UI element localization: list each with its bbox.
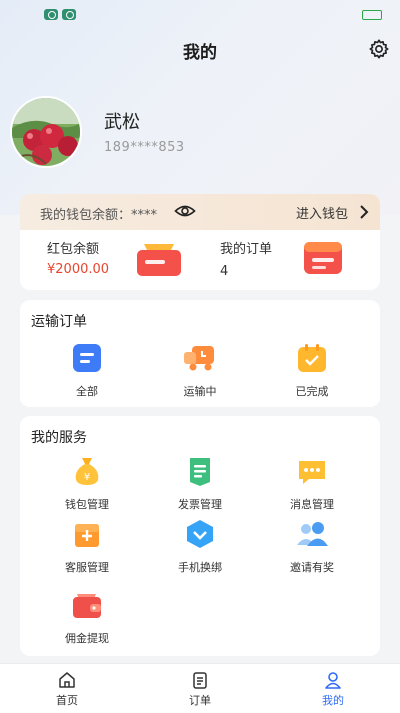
- transport-completed-label: 已完成: [295, 385, 329, 398]
- wallet-withdraw-icon: [70, 588, 104, 622]
- completed-icon: [295, 341, 329, 375]
- commission-withdraw-button[interactable]: 佣金提现: [37, 588, 137, 646]
- home-icon: [59, 672, 75, 688]
- customer-service-icon: [70, 517, 104, 551]
- message-management-label: 消息管理: [290, 498, 334, 511]
- my-orders-label: 我的订单: [220, 242, 273, 257]
- chevron-right-icon[interactable]: [359, 204, 369, 220]
- my-services-title: 我的服务: [31, 430, 87, 446]
- phone-rebind-icon: [183, 517, 217, 551]
- tab-orders[interactable]: 订单: [160, 670, 240, 708]
- wallet-card: 我的钱包余额：**** 进入钱包 红包余额 ¥2000.00 我的订单 4: [20, 194, 380, 290]
- redpacket-balance-value: ¥2000.00: [47, 262, 110, 277]
- customer-service-label: 客服管理: [65, 561, 109, 574]
- page-title: 我的: [183, 43, 217, 63]
- enter-wallet-link[interactable]: 进入钱包: [296, 203, 348, 222]
- wallet-management-label: 钱包管理: [65, 498, 109, 511]
- redpacket-balance-label: 红包余额: [47, 242, 100, 257]
- battery-icon: [362, 10, 382, 20]
- bottom-tab-bar: 首页 订单 我的: [0, 663, 400, 713]
- gear-icon: [369, 39, 389, 59]
- invoice-management-button[interactable]: 发票管理: [150, 454, 250, 512]
- customer-service-button[interactable]: 客服管理: [37, 517, 137, 575]
- message-management-button[interactable]: 消息管理: [262, 454, 362, 512]
- profile-icon: [325, 672, 341, 689]
- wallet-balance-label: 我的钱包余额：****: [40, 208, 158, 223]
- list-icon: [70, 341, 104, 375]
- my-services-card: 我的服务 ¥ 钱包管理 发票管理 消息管理 客服管理 手机换绑 邀请有奖 佣金提…: [20, 416, 380, 656]
- svg-text:¥: ¥: [84, 472, 90, 483]
- wallet-management-button[interactable]: ¥ 钱包管理: [37, 454, 137, 512]
- invite-icon: [295, 517, 329, 551]
- money-bag-icon: ¥: [70, 454, 104, 488]
- invite-rewards-label: 邀请有奖: [290, 561, 334, 574]
- transport-completed-button[interactable]: 已完成: [262, 341, 362, 399]
- transport-all-button[interactable]: 全部: [37, 341, 137, 399]
- invite-rewards-button[interactable]: 邀请有奖: [262, 517, 362, 575]
- transport-in-progress-label: 运输中: [183, 385, 217, 398]
- status-bar: [0, 0, 400, 28]
- transport-in-progress-button[interactable]: 运输中: [150, 341, 250, 399]
- tab-orders-label: 订单: [189, 694, 211, 707]
- message-icon: [295, 454, 329, 488]
- toggle-balance-button[interactable]: [174, 203, 196, 219]
- transport-all-label: 全部: [76, 385, 98, 398]
- my-orders-count: 4: [220, 264, 229, 279]
- status-app-icon: [44, 9, 58, 20]
- transport-orders-title: 运输订单: [31, 314, 87, 330]
- order-list-icon[interactable]: [300, 238, 346, 278]
- eye-icon: [174, 205, 196, 217]
- truck-icon: [183, 341, 217, 375]
- tab-home-label: 首页: [56, 694, 78, 707]
- tab-profile[interactable]: 我的: [293, 670, 373, 708]
- transport-orders-card: 运输订单 全部 运输中 已完成: [20, 300, 380, 407]
- user-name: 武松: [104, 112, 140, 133]
- invoice-icon: [183, 454, 217, 488]
- red-wallet-icon[interactable]: [134, 238, 184, 278]
- invoice-management-label: 发票管理: [178, 498, 222, 511]
- tab-home[interactable]: 首页: [27, 670, 107, 708]
- avatar[interactable]: [10, 96, 82, 168]
- phone-rebind-button[interactable]: 手机换绑: [150, 517, 250, 575]
- order-icon: [193, 672, 207, 689]
- phone-rebind-label: 手机换绑: [178, 561, 222, 574]
- commission-withdraw-label: 佣金提现: [65, 632, 109, 645]
- tab-profile-label: 我的: [322, 694, 344, 707]
- status-app-icon: [62, 9, 76, 20]
- settings-button[interactable]: [368, 38, 390, 60]
- user-phone: 189****853: [104, 140, 185, 155]
